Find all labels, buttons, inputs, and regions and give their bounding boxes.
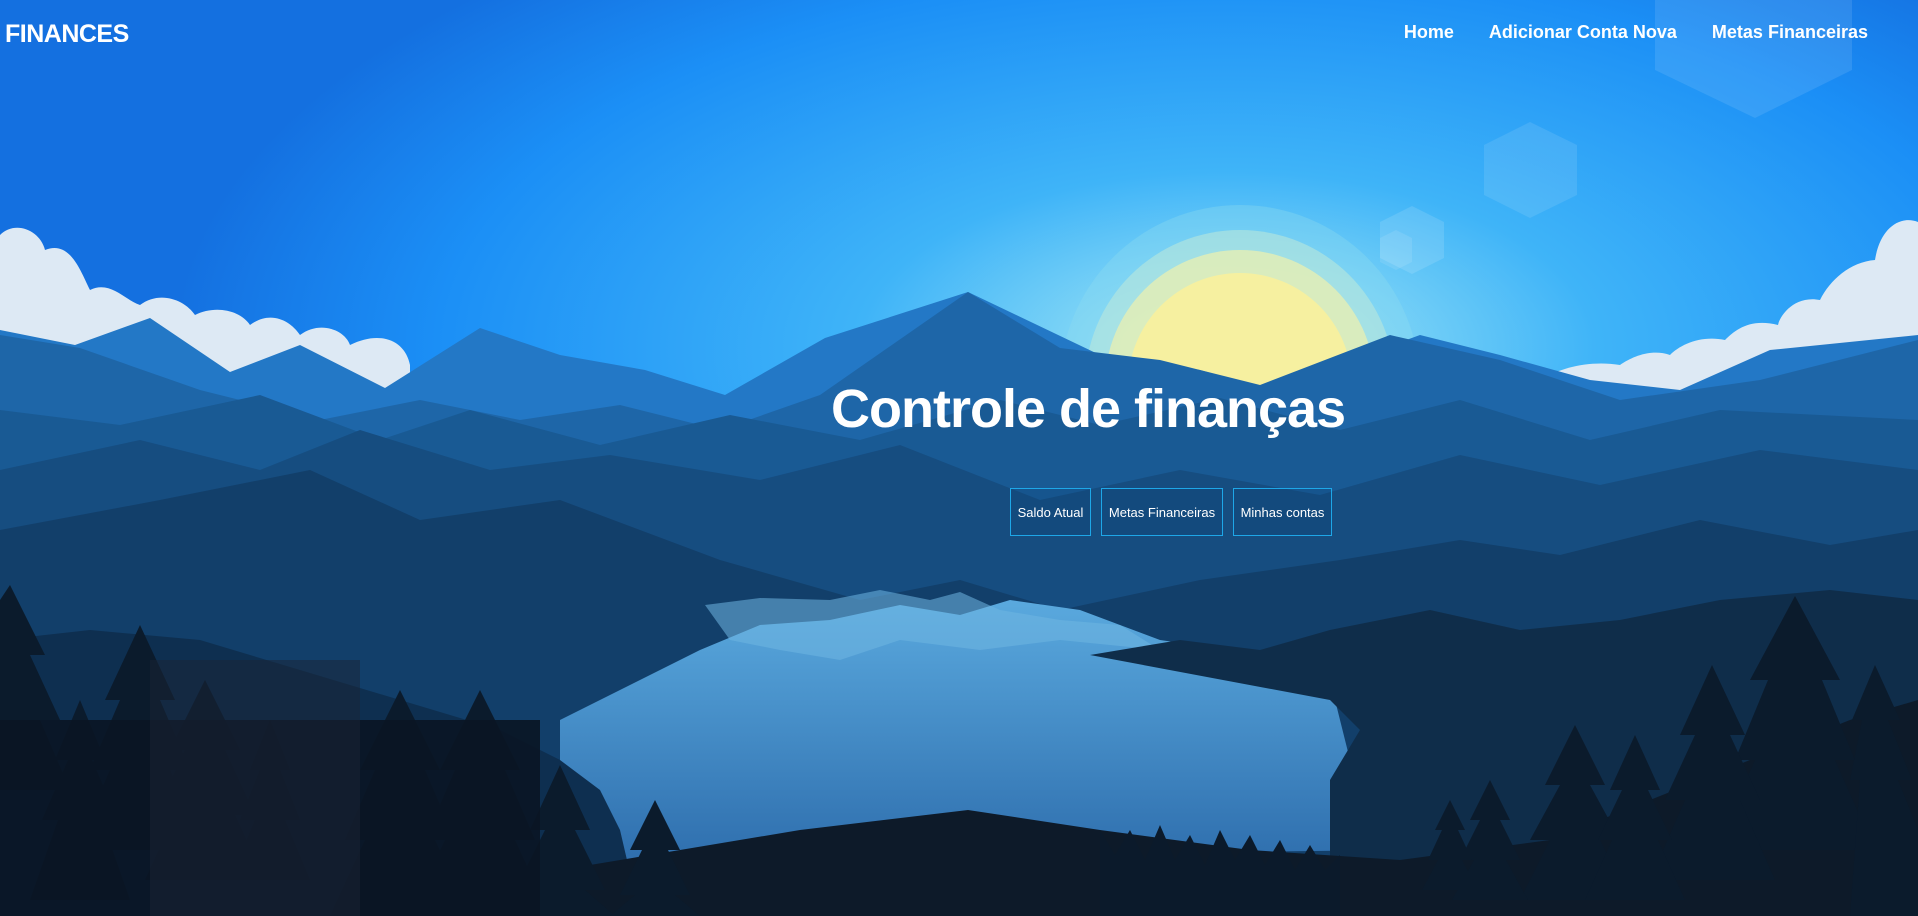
nav-link-financial-goals[interactable]: Metas Financeiras (1712, 22, 1868, 43)
brand-logo[interactable]: FINANCES (5, 20, 129, 49)
my-accounts-button[interactable]: Minhas contas (1233, 488, 1332, 536)
hero-actions: Saldo Atual Metas Financeiras Minhas con… (1010, 488, 1332, 536)
balance-button[interactable]: Saldo Atual (1010, 488, 1091, 536)
financial-goals-button[interactable]: Metas Financeiras (1101, 488, 1223, 536)
nav-link-add-account[interactable]: Adicionar Conta Nova (1489, 22, 1677, 43)
nav-link-home[interactable]: Home (1404, 22, 1454, 43)
top-navbar: FINANCES Home Adicionar Conta Nova Metas… (0, 0, 1918, 66)
nav-links: Home Adicionar Conta Nova Metas Financei… (1404, 22, 1868, 43)
hero-section: FINANCES Home Adicionar Conta Nova Metas… (0, 0, 1918, 916)
landscape-background (0, 0, 1918, 916)
page-title: Controle de finanças (831, 379, 1346, 439)
